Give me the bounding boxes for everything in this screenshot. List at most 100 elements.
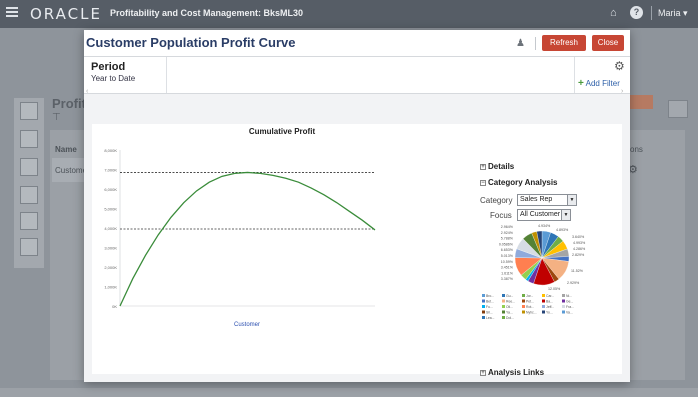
gear-icon[interactable]: ⚙ <box>614 59 625 73</box>
legend-swatch <box>482 294 485 297</box>
pie-slice-label: 4.286% <box>573 247 586 251</box>
plus-icon: + <box>578 78 584 89</box>
analysis-links-toggle[interactable]: + Analysis Links <box>480 368 544 377</box>
topbar-divider <box>651 6 652 20</box>
legend-swatch <box>542 305 545 308</box>
header-divider <box>535 37 536 50</box>
legend-swatch <box>542 310 545 314</box>
legend-swatch <box>522 310 525 314</box>
legend-item[interactable]: Va... <box>566 311 573 315</box>
legend-item[interactable]: Ya... <box>506 311 513 315</box>
pie-slice-label: 4.993% <box>573 241 586 245</box>
bar-chart-icon <box>20 102 38 120</box>
menu-icon[interactable] <box>6 7 18 17</box>
legend-swatch <box>502 305 505 308</box>
legend-item[interactable]: Yo... <box>546 311 553 315</box>
profit-series-line <box>119 171 376 307</box>
legend-swatch <box>482 299 485 303</box>
legend-item[interactable]: Jor... <box>526 294 533 298</box>
user-menu[interactable]: Maria ▾ <box>658 8 688 19</box>
pie-slice-label: 3.451% <box>501 266 514 270</box>
profit-curve-dialog: Customer Population Profit Curve ♟ Refre… <box>84 30 630 382</box>
expand-icon: + <box>480 370 486 376</box>
legend-item[interactable]: Lea... <box>486 316 495 320</box>
background-row-label: Custome <box>55 166 88 175</box>
help-icon[interactable]: ? <box>630 6 643 19</box>
legend-swatch <box>522 294 525 297</box>
legend-swatch <box>562 294 565 297</box>
legend-swatch <box>562 310 565 314</box>
legend-swatch <box>482 310 485 314</box>
legend-item[interactable]: Ni... <box>566 294 572 298</box>
pie-slice-label: 2.829% <box>572 253 585 257</box>
focus-label: Focus <box>490 211 512 220</box>
legend-item[interactable]: Sil... <box>486 311 493 315</box>
pie-slice-label: 10.59% <box>501 260 514 264</box>
analysis-card: Cumulative Profit Customer 0K 1,000K 2,000… <box>92 124 622 377</box>
cumulative-profit-chart: Cumulative Profit Customer 0K 1,000K 2,000… <box>104 127 376 328</box>
background-column-actions: ons <box>630 145 643 154</box>
pie-slice-label: 6.653% <box>501 248 514 252</box>
legend-swatch <box>502 316 505 319</box>
category-pie-chart: 2.964% 2.924% 5.788%0.0586% 6.653% 5.013% 10.… <box>482 224 586 320</box>
legend-item[interactable]: Fu... <box>486 305 493 309</box>
legend-item[interactable]: Ree... <box>506 300 515 304</box>
legend-item[interactable]: Jeff... <box>546 305 554 309</box>
legend-item[interactable]: Bet... <box>486 300 494 304</box>
oracle-logo: ORACLE <box>30 5 102 23</box>
pie-slice-label: 2.929% <box>567 281 580 285</box>
legend-item[interactable]: Pet... <box>526 300 534 304</box>
category-label: Category <box>480 196 513 205</box>
chart-title: Cumulative Profit <box>249 127 316 136</box>
y-tick-label: 0K <box>112 304 117 309</box>
legend-swatch <box>502 294 505 297</box>
home-icon[interactable]: ⌂ <box>610 7 617 19</box>
filter-divider <box>574 57 575 93</box>
legend-item[interactable]: Nyhc... <box>526 311 537 315</box>
pie-slice-label: 2.964% <box>501 225 514 229</box>
pie-slice-label: 4.893% <box>556 228 569 232</box>
focus-select-value: All Customer <box>520 211 561 218</box>
legend-item[interactable]: Gu... <box>506 294 513 298</box>
legend-item[interactable]: Ba... <box>546 300 553 304</box>
legend-item[interactable]: Car... <box>546 294 554 298</box>
legend-item[interactable]: Fra... <box>566 305 574 309</box>
period-value[interactable]: Year to Date <box>91 74 135 83</box>
pie-slice-label: 3.640% <box>572 235 585 239</box>
y-tick-label: 5,000K <box>104 207 117 212</box>
dialog-title: Customer Population Profit Curve <box>86 35 296 50</box>
details-section-toggle[interactable]: + Details <box>480 162 514 171</box>
horizontal-scrollbar[interactable] <box>0 388 698 397</box>
pie-slice-label: 1.611% <box>501 271 514 275</box>
close-button[interactable]: Close <box>592 35 624 51</box>
legend-item[interactable]: Bro... <box>486 294 494 298</box>
legend-swatch <box>542 299 545 303</box>
legend-swatch <box>542 294 545 297</box>
grid-icon <box>20 186 38 204</box>
y-tick-label: 2,000K <box>104 265 117 270</box>
filter-bar: Period Year to Date ⚙ + Add Filter <box>84 57 630 93</box>
legend-item[interactable]: Ge... <box>566 300 573 304</box>
add-filter-button[interactable]: + Add Filter <box>578 78 620 89</box>
pie-slice-label: 11.52% <box>571 269 584 273</box>
scatter-chart-icon <box>20 130 38 148</box>
pie-slice-label: 5.013% <box>501 254 514 258</box>
focus-select[interactable]: All Customer ▼ <box>517 209 571 221</box>
legend-item[interactable]: Dol... <box>506 316 514 320</box>
category-analysis-toggle[interactable]: − Category Analysis <box>480 178 558 187</box>
pie-slice-label: 2.924% <box>501 231 514 235</box>
chevron-down-icon: ▼ <box>567 195 576 205</box>
legend-swatch <box>502 299 505 303</box>
legend-item[interactable]: Oli... <box>506 305 513 309</box>
y-tick-label: 7,000K <box>104 168 117 173</box>
category-select[interactable]: Sales Rep ▼ <box>517 194 577 206</box>
refresh-button[interactable]: Refresh <box>542 35 586 51</box>
legend-swatch <box>562 305 565 308</box>
list-icon <box>668 100 688 118</box>
y-tick-label: 1,000K <box>104 285 117 290</box>
person-icon[interactable]: ♟ <box>516 38 525 49</box>
legend-swatch <box>482 316 485 319</box>
legend-item[interactable]: Rot... <box>526 305 534 309</box>
content-area: Cumulative Profit Customer 0K 1,000K 2,000… <box>84 94 630 382</box>
legend-swatch <box>522 305 525 308</box>
